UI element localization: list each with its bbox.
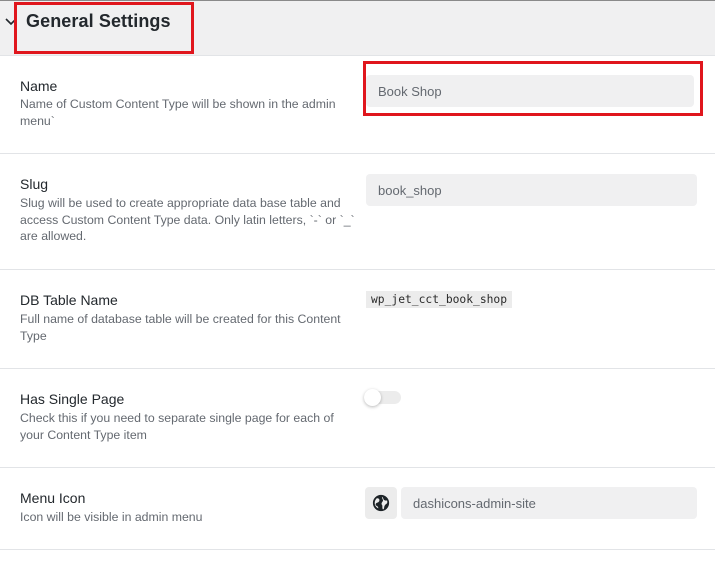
slug-description: Slug will be used to create appropriate … xyxy=(20,196,355,243)
single-page-toggle[interactable] xyxy=(364,389,401,406)
slug-label: Slug xyxy=(20,176,49,192)
menu-icon-label: Menu Icon xyxy=(20,490,86,506)
db-table-value: wp_jet_cct_book_shop xyxy=(366,291,513,308)
single-page-row: Has Single Page Check this if you need t… xyxy=(0,369,715,468)
slug-input[interactable]: book_shop xyxy=(366,174,697,206)
db-table-description: Full name of database table will be crea… xyxy=(20,312,341,343)
db-table-label: DB Table Name xyxy=(20,292,118,308)
name-label: Name xyxy=(20,78,58,94)
name-input-highlight-box xyxy=(363,61,703,116)
menu-icon-input[interactable]: dashicons-admin-site xyxy=(401,487,697,519)
toggle-knob xyxy=(364,389,381,406)
single-page-description: Check this if you need to separate singl… xyxy=(20,411,334,442)
slug-row: Slug Slug will be used to create appropr… xyxy=(0,154,715,270)
menu-icon-description: Icon will be visible in admin menu xyxy=(20,510,203,524)
globe-icon xyxy=(372,494,390,512)
single-page-label: Has Single Page xyxy=(20,391,125,407)
db-table-row: DB Table Name Full name of database tabl… xyxy=(0,270,715,369)
name-description: Name of Custom Content Type will be show… xyxy=(20,97,336,128)
title-highlight-box xyxy=(14,2,194,54)
icon-picker-button[interactable] xyxy=(365,487,397,519)
